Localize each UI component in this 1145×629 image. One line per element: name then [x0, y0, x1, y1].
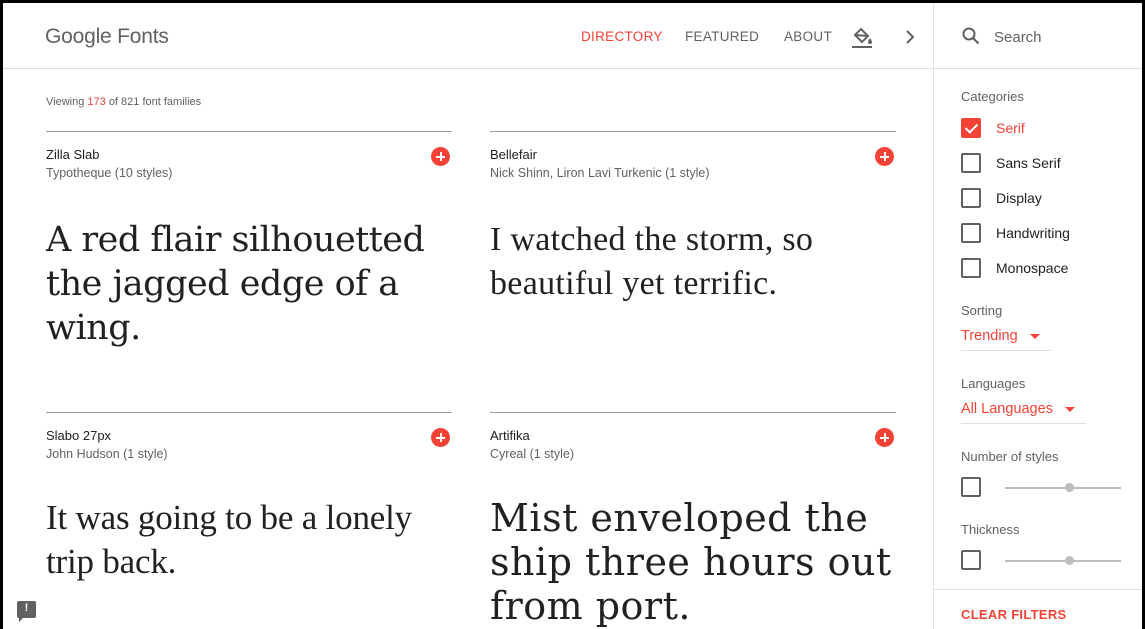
logo[interactable]: Google Fonts [45, 25, 169, 49]
dropdown-arrow-icon [1029, 333, 1040, 339]
font-designer: Cyreal (1 style) [490, 447, 575, 461]
category-label: Handwriting [996, 225, 1070, 241]
font-name[interactable]: Artifika [490, 428, 530, 443]
checkbox-sans-serif[interactable] [961, 153, 981, 173]
category-monospace[interactable]: Monospace [961, 256, 1068, 280]
languages-label: Languages [961, 376, 1026, 391]
checkbox-monospace[interactable] [961, 258, 981, 278]
paint-bucket-icon[interactable] [851, 25, 873, 49]
font-sample: It was going to be a lonely trip back. [46, 498, 412, 581]
checkbox-serif[interactable] [961, 118, 981, 138]
sorting-label: Sorting [961, 303, 1003, 318]
font-name[interactable]: Slabo 27px [46, 428, 111, 443]
card-divider [46, 131, 452, 132]
styles-slider-handle[interactable] [1064, 483, 1074, 492]
search-input[interactable] [994, 25, 1134, 49]
styles-slider-track[interactable] [1005, 487, 1121, 489]
font-name[interactable]: Bellefair [490, 147, 537, 162]
thickness-slider-track[interactable] [1005, 560, 1121, 562]
category-label: Monospace [996, 260, 1069, 276]
nav-about[interactable]: ABOUT [784, 29, 832, 44]
category-display[interactable]: Display [961, 186, 1042, 210]
dropdown-arrow-icon [1064, 406, 1075, 412]
font-card-slabo-27px[interactable]: Slabo 27px John Hudson (1 style) It was … [46, 412, 452, 629]
results-count: Viewing 173 of 821 font families [46, 96, 201, 108]
nav-featured[interactable]: FEATURED [685, 29, 759, 44]
results-suffix: of 821 font families [108, 96, 202, 108]
sorting-value: Trending [961, 328, 1018, 344]
app-window: Google Fonts DIRECTORY FEATURED ABOUT Vi… [0, 0, 1145, 629]
add-font-icon[interactable] [431, 147, 450, 166]
nav-directory[interactable]: DIRECTORY [581, 29, 663, 44]
sidebar-divider [934, 589, 1142, 590]
font-designer: Nick Shinn, Liron Lavi Turkenic (1 style… [490, 166, 710, 180]
categories-label: Categories [961, 89, 1024, 104]
category-label: Serif [996, 120, 1025, 136]
filter-sidebar: Categories Serif Sans Serif Display Hand… [933, 3, 1142, 629]
font-designer: John Hudson (1 style) [46, 447, 168, 461]
add-font-icon[interactable] [875, 147, 894, 166]
clear-filters-button[interactable]: CLEAR FILTERS [961, 607, 1067, 622]
font-sample: I watched the storm, so beautiful yet te… [490, 221, 814, 302]
font-card-zilla-slab[interactable]: Zilla Slab Typotheque (10 styles) A red … [46, 131, 452, 401]
card-divider [490, 131, 896, 132]
category-handwriting[interactable]: Handwriting [961, 221, 1070, 245]
card-divider [490, 412, 896, 413]
checkbox-display[interactable] [961, 188, 981, 208]
thickness-slider-handle[interactable] [1064, 556, 1074, 565]
category-label: Sans Serif [996, 155, 1061, 171]
feedback-icon[interactable] [17, 601, 36, 622]
category-label: Display [996, 190, 1042, 206]
category-sans-serif[interactable]: Sans Serif [961, 151, 1061, 175]
languages-value: All Languages [961, 401, 1053, 417]
languages-dropdown[interactable]: All Languages [961, 401, 1086, 424]
chevron-right-icon[interactable] [903, 29, 917, 45]
font-card-artifika[interactable]: Artifika Cyreal (1 style) Mist enveloped… [490, 412, 896, 629]
add-font-icon[interactable] [875, 428, 894, 447]
number-of-styles-filter [961, 477, 1126, 499]
card-divider [46, 412, 452, 413]
thickness-filter [961, 550, 1126, 572]
checkbox-thickness[interactable] [961, 550, 981, 570]
sorting-dropdown[interactable]: Trending [961, 328, 1051, 351]
font-sample: Mist enveloped the ship three hours out … [490, 496, 892, 628]
add-font-icon[interactable] [431, 428, 450, 447]
font-designer: Typotheque (10 styles) [46, 166, 173, 180]
number-of-styles-label: Number of styles [961, 449, 1059, 464]
font-sample: A red flair silhouetted the jagged edge … [46, 220, 425, 348]
checkbox-handwriting[interactable] [961, 223, 981, 243]
thickness-label: Thickness [961, 522, 1020, 537]
search-bar [934, 3, 1142, 69]
font-card-bellefair[interactable]: Bellefair Nick Shinn, Liron Lavi Turkeni… [490, 131, 896, 401]
checkbox-number-of-styles[interactable] [961, 477, 981, 497]
results-prefix: Viewing [46, 96, 85, 108]
category-serif[interactable]: Serif [961, 116, 1025, 140]
search-icon[interactable] [962, 27, 980, 45]
top-bar: Google Fonts DIRECTORY FEATURED ABOUT [3, 3, 933, 69]
font-name[interactable]: Zilla Slab [46, 147, 99, 162]
results-shown: 173 [87, 96, 106, 108]
